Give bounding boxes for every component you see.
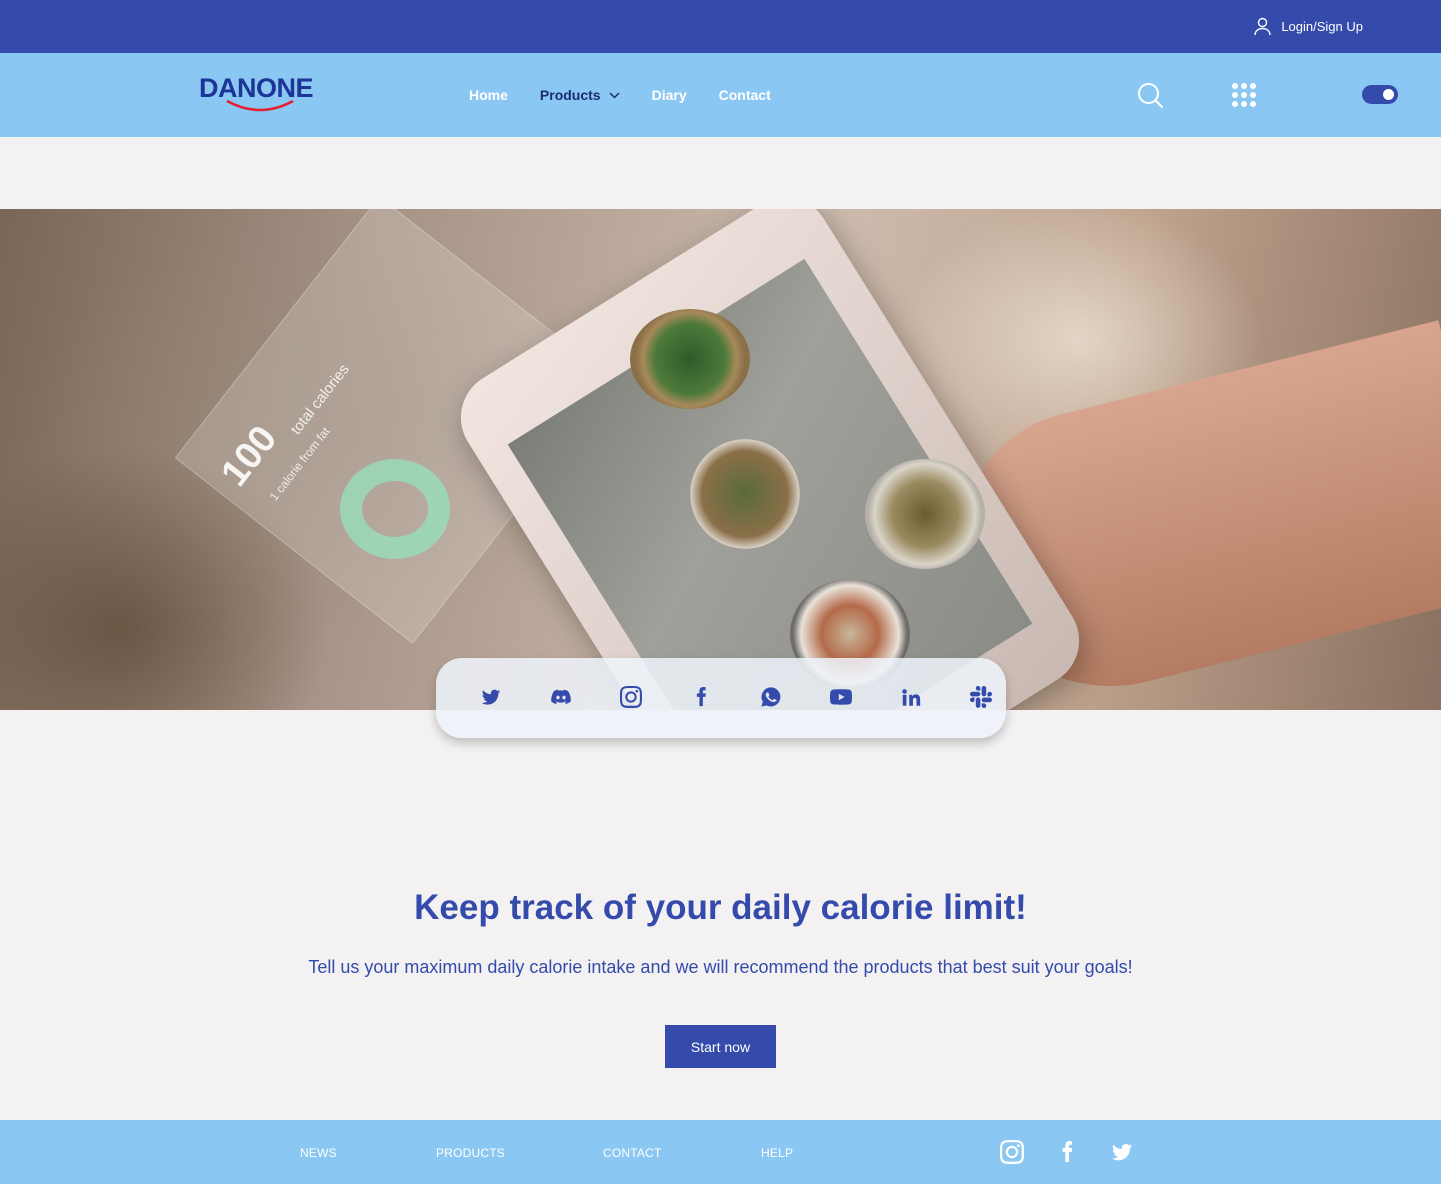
search-icon xyxy=(1138,83,1164,109)
footer-link-products[interactable]: PRODUCTS xyxy=(436,1146,505,1160)
nav-home[interactable]: Home xyxy=(469,87,508,103)
page-headline: Keep track of your daily calorie limit! xyxy=(414,888,1027,927)
hero-image: 100 total calories 1 calorie from fat xyxy=(0,209,1441,710)
start-now-button[interactable]: Start now xyxy=(665,1025,776,1068)
footer-instagram-link[interactable] xyxy=(1000,1140,1024,1164)
facebook-icon xyxy=(696,687,706,707)
footer-link-contact[interactable]: CONTACT xyxy=(603,1146,662,1160)
danone-logo[interactable]: DANONE xyxy=(199,73,323,117)
discord-icon xyxy=(551,689,571,704)
social-icon-row xyxy=(456,686,1016,708)
whatsapp-link[interactable] xyxy=(736,686,806,708)
food-bowl xyxy=(630,309,750,409)
instagram-icon xyxy=(1000,1140,1024,1164)
logo-smile xyxy=(226,99,294,112)
nav-products[interactable]: Products xyxy=(540,87,620,103)
toggle-knob xyxy=(1383,89,1394,100)
footer-link-news[interactable]: NEWS xyxy=(300,1146,337,1160)
discord-link[interactable] xyxy=(526,686,596,708)
footer-link-help[interactable]: HELP xyxy=(761,1146,793,1160)
twitter-icon xyxy=(1112,1144,1132,1161)
whatsapp-icon xyxy=(761,687,781,707)
overlay-donut-chart xyxy=(340,459,450,559)
facebook-icon xyxy=(1062,1141,1073,1162)
instagram-icon xyxy=(620,686,642,708)
twitter-icon xyxy=(481,689,501,705)
food-bowl xyxy=(690,439,800,549)
login-signup-link[interactable]: Login/Sign Up xyxy=(1254,17,1363,36)
top-utility-bar: Login/Sign Up xyxy=(0,0,1441,53)
footer-twitter-link[interactable] xyxy=(1110,1140,1134,1164)
youtube-icon xyxy=(830,689,852,705)
nav-diary[interactable]: Diary xyxy=(652,87,687,103)
login-signup-label: Login/Sign Up xyxy=(1281,19,1363,34)
linkedin-link[interactable] xyxy=(876,686,946,708)
youtube-link[interactable] xyxy=(806,686,876,708)
primary-nav: Home Products Diary Contact xyxy=(469,87,803,103)
theme-toggle[interactable] xyxy=(1362,85,1398,104)
chevron-down-icon xyxy=(609,91,620,99)
nav-contact-label: Contact xyxy=(718,87,771,103)
facebook-link[interactable] xyxy=(666,686,736,708)
page-subline: Tell us your maximum daily calorie intak… xyxy=(308,957,1133,977)
main-navbar: DANONE Home Products Diary Contact xyxy=(0,53,1441,137)
social-share-bar xyxy=(436,658,1006,738)
instagram-link[interactable] xyxy=(596,686,666,708)
nav-products-label: Products xyxy=(539,87,601,103)
linkedin-icon xyxy=(902,689,921,706)
nav-home-label: Home xyxy=(469,87,508,103)
user-icon xyxy=(1254,17,1272,36)
slack-link[interactable] xyxy=(946,686,1016,708)
nav-contact[interactable]: Contact xyxy=(719,87,771,103)
search-button[interactable] xyxy=(1137,82,1164,109)
site-footer: NEWS PRODUCTS CONTACT HELP xyxy=(0,1120,1441,1184)
nav-diary-label: Diary xyxy=(651,87,687,103)
food-bowl xyxy=(865,459,985,569)
slack-icon xyxy=(970,686,992,708)
apps-menu-button[interactable] xyxy=(1231,82,1257,108)
grid-dots-icon xyxy=(1232,83,1256,107)
twitter-link[interactable] xyxy=(456,686,526,708)
footer-facebook-link[interactable] xyxy=(1055,1140,1079,1164)
